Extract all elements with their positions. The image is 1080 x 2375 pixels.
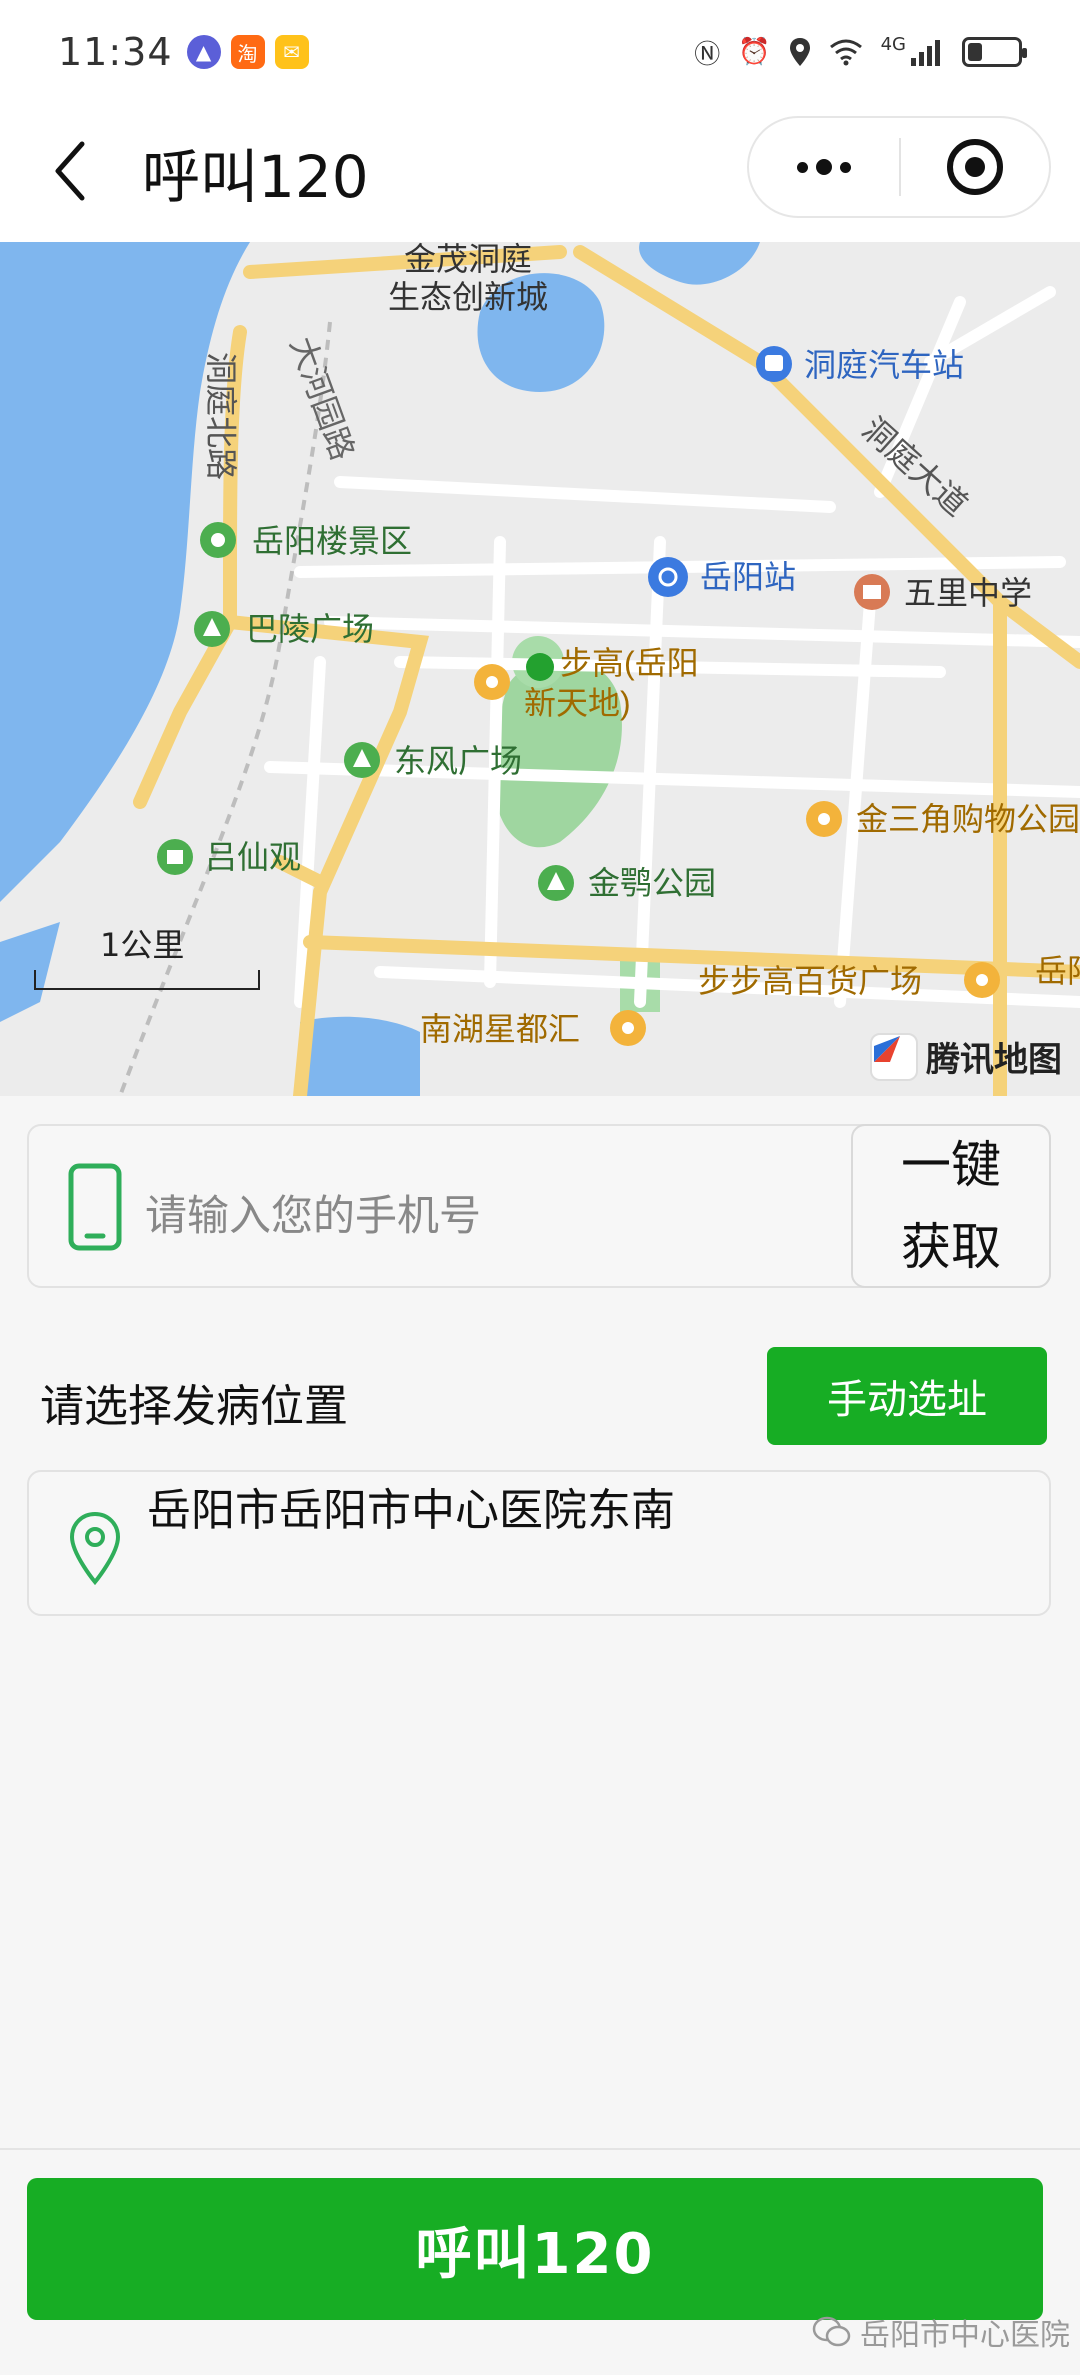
wifi-icon bbox=[829, 39, 862, 66]
map-label-bubugao-dept: 步步高百货广场 bbox=[698, 963, 922, 999]
one-click-get-button[interactable]: 一键 获取 bbox=[851, 1124, 1051, 1288]
choose-location-label: 请选择发病位置 bbox=[40, 1381, 348, 1432]
location-card[interactable]: 岳阳市岳阳市中心医院东南 bbox=[27, 1470, 1051, 1616]
close-mini-program-button[interactable] bbox=[901, 118, 1049, 216]
map-label-dongting-bus: 洞庭汽车站 bbox=[804, 347, 964, 383]
phone-number-input[interactable]: 请输入您的手机号 bbox=[145, 1182, 481, 1243]
map-label-lvxianguan: 吕仙观 bbox=[205, 839, 301, 875]
more-dot-icon bbox=[816, 159, 832, 175]
bottom-divider bbox=[0, 2148, 1080, 2150]
watermark: 岳阳市中心医院 bbox=[812, 2310, 1070, 2354]
map-brand-label: 腾讯地图 bbox=[926, 1040, 1062, 1080]
network-type: 4G bbox=[880, 33, 906, 55]
map-label-jinsanjiao: 金三角购物公园 bbox=[856, 801, 1080, 837]
location-pin-icon bbox=[69, 1511, 121, 1586]
page-title: 呼叫120 bbox=[142, 143, 369, 211]
location-icon bbox=[789, 38, 810, 66]
map-label-dongfeng-square: 东风广场 bbox=[394, 743, 522, 779]
map-label-yueyang-tower: 岳阳楼景区 bbox=[252, 523, 412, 559]
battery-icon bbox=[962, 37, 1027, 67]
app-icon: ▲ bbox=[186, 35, 221, 69]
map-label-baling-square: 巴陵广场 bbox=[246, 611, 374, 647]
map-scale-bar bbox=[34, 970, 260, 990]
map-label-bubugao-1: 步高(岳阳 bbox=[560, 645, 699, 681]
map-view[interactable]: 金茂洞庭 生态创新城 洞庭汽车站 岳阳楼景区 岳阳站 五里中学 巴陵广场 步高(… bbox=[0, 242, 1080, 1096]
map-label-yueyang-station: 岳阳站 bbox=[700, 559, 796, 595]
status-time: 11:34 bbox=[58, 30, 173, 74]
back-arrow-icon[interactable] bbox=[44, 138, 100, 204]
nav-bar: 呼叫120 bbox=[0, 104, 1080, 242]
nfc-icon: Ⓝ bbox=[694, 39, 721, 70]
location-address: 岳阳市岳阳市中心医院东南 bbox=[147, 1485, 675, 1536]
map-brand: 腾讯地图 bbox=[870, 1032, 1062, 1081]
notification-icons: ▲ 淘 ✉ bbox=[186, 35, 309, 69]
map-label-bubugao-2: 新天地) bbox=[524, 685, 631, 721]
map-label-shengtai: 生态创新城 bbox=[388, 279, 548, 315]
watermark-label: 岳阳市中心医院 bbox=[860, 2318, 1070, 2353]
mobile-phone-icon bbox=[68, 1163, 122, 1251]
tencent-map-logo-icon bbox=[870, 1032, 918, 1081]
target-icon bbox=[947, 139, 1003, 195]
call-120-button[interactable]: 呼叫120 bbox=[27, 2178, 1043, 2320]
map-label-nanhu: 南湖星都汇 bbox=[420, 1011, 580, 1047]
signal-icon bbox=[911, 40, 940, 66]
map-canvas: 金茂洞庭 生态创新城 洞庭汽车站 岳阳楼景区 岳阳站 五里中学 巴陵广场 步高(… bbox=[0, 242, 1080, 1096]
map-scale-label: 1公里 bbox=[100, 926, 185, 964]
phone-input-card: 请输入您的手机号 一键 获取 bbox=[27, 1124, 1051, 1288]
more-dot-icon bbox=[840, 161, 851, 173]
status-bar: 11:34 ▲ 淘 ✉ Ⓝ ⏰ 4G bbox=[0, 0, 1080, 104]
map-label-wuli-school: 五里中学 bbox=[904, 575, 1032, 611]
taobao-icon: 淘 bbox=[230, 35, 265, 69]
map-label-yue-edge: 岳阳 bbox=[1035, 953, 1080, 989]
map-label-dongting-north: 洞庭北路 bbox=[203, 352, 239, 480]
mail-icon: ✉ bbox=[274, 35, 309, 69]
map-label-jinmao: 金茂洞庭 bbox=[404, 242, 532, 277]
more-dot-icon bbox=[797, 161, 808, 173]
map-label-jinying-park: 金鹗公园 bbox=[588, 865, 716, 901]
more-button[interactable] bbox=[749, 118, 899, 216]
mini-program-capsule bbox=[747, 116, 1051, 218]
wechat-icon bbox=[812, 2316, 851, 2347]
status-right-icons: Ⓝ ⏰ 4G bbox=[694, 33, 1027, 71]
alarm-icon: ⏰ bbox=[738, 37, 771, 67]
manual-select-button[interactable]: 手动选址 bbox=[767, 1347, 1047, 1445]
